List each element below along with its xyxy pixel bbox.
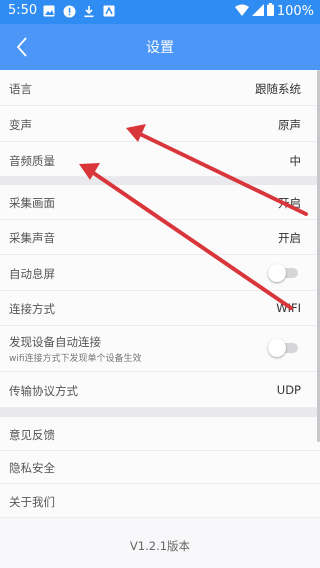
app-bar: 设置 [0, 24, 320, 70]
setting-label: 变声 [9, 118, 32, 132]
setting-auto-connect: 发现设备自动连接 wifi连接方式下发现单个设备生效 [0, 326, 320, 372]
setting-label: 传输协议方式 [9, 384, 78, 398]
wifi-icon [234, 4, 249, 20]
setting-transport-protocol[interactable]: 传输协议方式 UDP [0, 372, 320, 408]
status-time: 5:50 [8, 3, 38, 18]
setting-label: 自动息屏 [9, 267, 55, 281]
battery-icon [266, 3, 274, 20]
setting-value: WIFI [276, 301, 301, 315]
status-right: 100% [234, 3, 314, 20]
settings-list: 语言 跟随系统 变声 原声 音频质量 中 采集画面 开启 采集声音 开启 自动息… [0, 70, 320, 568]
setting-privacy[interactable]: 隐私安全 [0, 451, 320, 484]
setting-label: 采集画面 [9, 196, 55, 210]
alert-icon [62, 4, 76, 18]
notification-icons [42, 4, 116, 18]
setting-label: 隐私安全 [9, 461, 55, 475]
download-icon [82, 4, 96, 18]
auto-screen-off-toggle[interactable] [268, 264, 300, 282]
setting-label: 发现设备自动连接 [9, 335, 101, 349]
page-title: 设置 [146, 40, 174, 56]
section-divider [0, 177, 320, 185]
setting-label: 关于我们 [9, 495, 55, 509]
setting-auto-screen-off: 自动息屏 [0, 255, 320, 291]
battery-percent: 100% [276, 4, 314, 19]
auto-connect-toggle[interactable] [268, 339, 300, 357]
signal-icon [251, 3, 264, 20]
setting-label: 采集声音 [9, 231, 55, 245]
setting-label: 音频质量 [9, 154, 55, 168]
setting-value: UDP [276, 383, 301, 397]
setting-value: 原声 [278, 118, 301, 132]
setting-value: 中 [289, 154, 302, 168]
status-bar: 5:50 100% [0, 0, 320, 24]
setting-capture-screen[interactable]: 采集画面 开启 [0, 185, 320, 220]
setting-value: 跟随系统 [255, 82, 301, 96]
app-version: V1.2.1版本 [129, 539, 191, 553]
setting-label: 意见反馈 [9, 428, 55, 442]
setting-label: 语言 [9, 82, 32, 96]
image-icon [42, 4, 56, 18]
setting-capture-audio[interactable]: 采集声音 开启 [0, 220, 320, 255]
setting-about[interactable]: 关于我们 [0, 484, 320, 518]
toggle-thumb [268, 264, 286, 282]
setting-label: 连接方式 [9, 302, 55, 316]
setting-connection-mode[interactable]: 连接方式 WIFI [0, 291, 320, 326]
section-divider [0, 408, 320, 417]
app-icon [102, 4, 116, 18]
setting-description: wifi连接方式下发现单个设备生效 [9, 354, 142, 364]
setting-language[interactable]: 语言 跟随系统 [0, 70, 320, 106]
setting-audio-quality[interactable]: 音频质量 中 [0, 142, 320, 177]
setting-value: 开启 [278, 231, 301, 245]
setting-value: 开启 [278, 196, 301, 210]
toggle-thumb [268, 339, 286, 357]
setting-voice-change[interactable]: 变声 原声 [0, 106, 320, 142]
setting-feedback[interactable]: 意见反馈 [0, 417, 320, 451]
